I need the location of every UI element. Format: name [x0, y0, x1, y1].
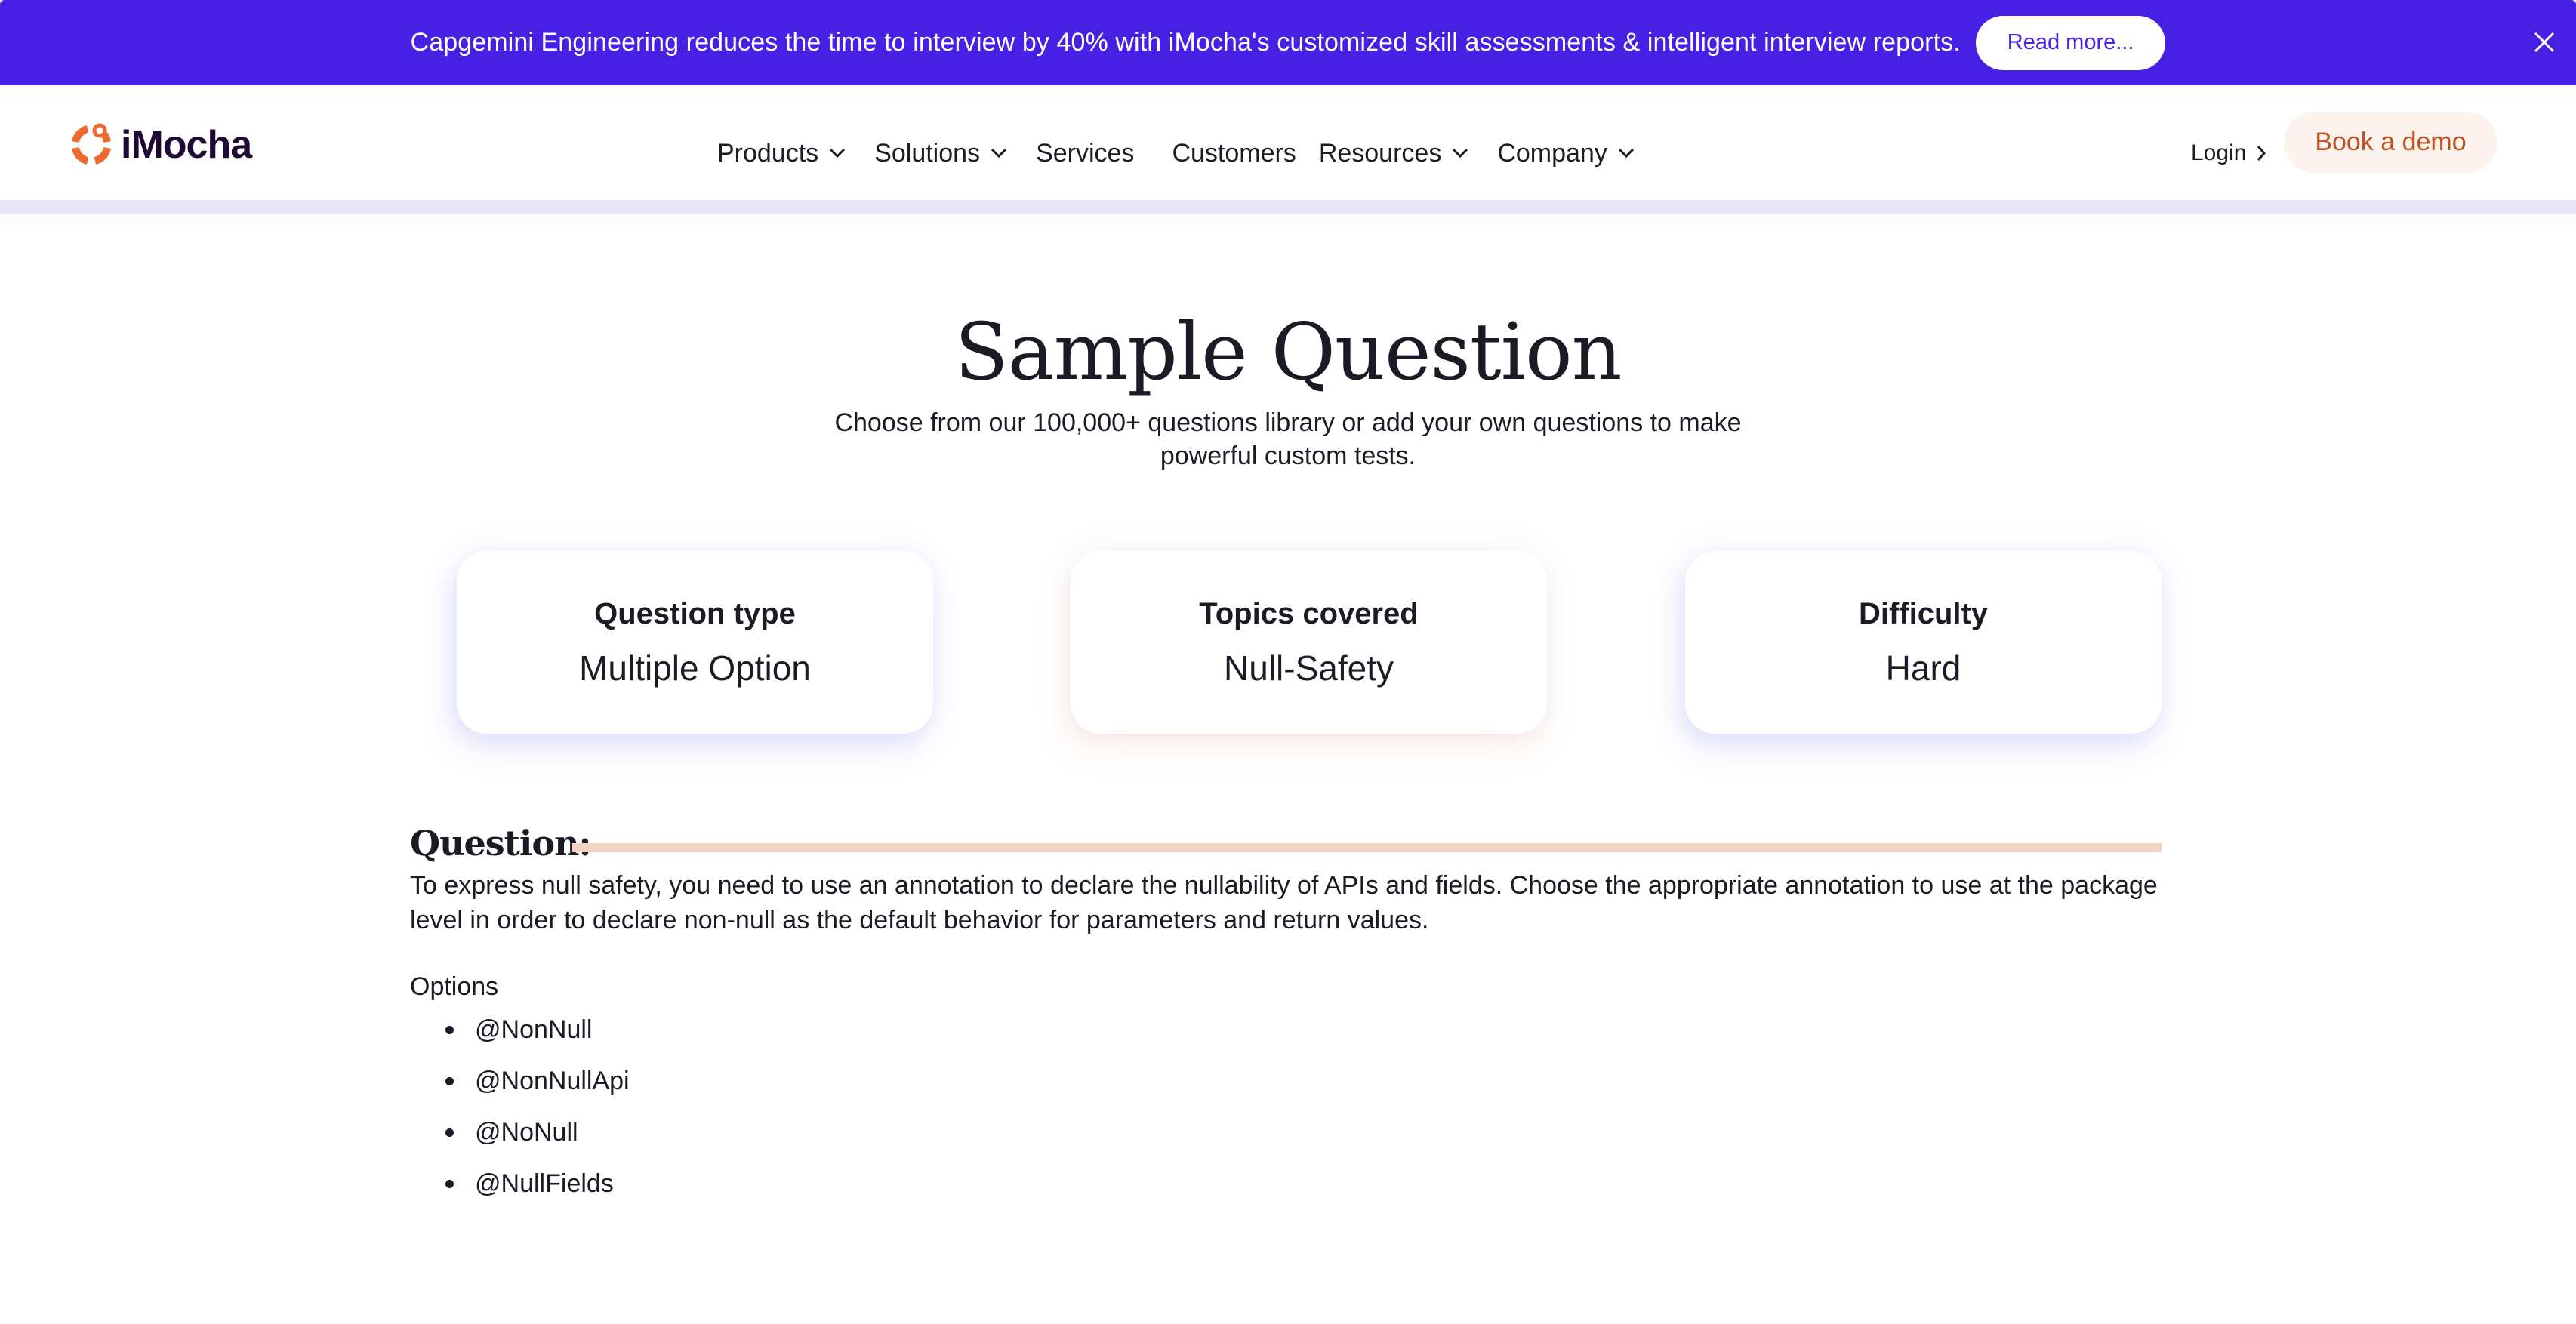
nav-item-customers[interactable]: Customers	[1172, 139, 1296, 168]
card-value: Null-Safety	[1224, 648, 1394, 688]
card-label: Topics covered	[1199, 596, 1419, 630]
nav-menu: Products Solutions Services Customers Re…	[717, 123, 1663, 183]
nav-item-solutions[interactable]: Solutions	[874, 139, 1007, 168]
read-more-button[interactable]: Read more...	[1975, 15, 2166, 70]
book-demo-button[interactable]: Book a demo	[2284, 112, 2497, 173]
page-subtitle: Choose from our 100,000+ questions libra…	[834, 408, 1742, 470]
bullet-icon	[445, 1025, 454, 1034]
nav-item-label: Resources	[1318, 138, 1442, 168]
bullet-icon	[445, 1179, 454, 1188]
options-label: Options	[410, 972, 499, 1001]
nav-item-label: Company	[1497, 138, 1607, 168]
close-icon[interactable]	[2529, 27, 2559, 57]
option-item: @NullFields	[445, 1158, 630, 1209]
question-divider	[572, 843, 2162, 852]
question-heading: Question:	[410, 823, 592, 864]
option-text: @NoNull	[475, 1117, 578, 1147]
nav-item-label: Products	[717, 138, 819, 168]
chevron-down-icon	[830, 148, 846, 159]
question-text: To express null safety, you need to use …	[410, 871, 2158, 934]
option-text: @NonNullApi	[475, 1066, 630, 1095]
chevron-down-icon	[991, 148, 1007, 159]
logo[interactable]: iMocha	[69, 122, 252, 168]
nav-item-label: Customers	[1172, 138, 1296, 168]
banner-text: Capgemini Engineering reduces the time t…	[410, 28, 1961, 57]
card-value: Multiple Option	[579, 648, 811, 688]
login-label: Login	[2191, 140, 2247, 165]
card-value: Hard	[1885, 648, 1961, 688]
option-item: @NonNull	[445, 1004, 630, 1055]
nav-shadow	[0, 214, 2576, 232]
topics-covered-card: Topics covered Null-Safety	[1071, 551, 1547, 734]
nav-item-label: Services	[1036, 138, 1135, 168]
logo-text: iMocha	[121, 123, 252, 167]
card-label: Question type	[594, 596, 796, 630]
login-link[interactable]: Login	[2191, 127, 2266, 180]
nav-item-company[interactable]: Company	[1497, 139, 1635, 168]
nav-item-resources[interactable]: Resources	[1319, 139, 1469, 168]
chevron-down-icon	[1618, 148, 1634, 159]
card-label: Difficulty	[1858, 596, 1989, 630]
chevron-down-icon	[1453, 148, 1468, 159]
options-list: @NonNull @NonNullApi @NoNull @NullFields	[445, 1004, 630, 1209]
question-type-card: Question type Multiple Option	[457, 551, 933, 734]
announcement-banner: Capgemini Engineering reduces the time t…	[0, 0, 2576, 85]
option-text: @NullFields	[475, 1169, 614, 1198]
imocha-logo-icon	[72, 123, 111, 165]
page-title: Sample Question	[954, 306, 1622, 398]
nav-item-label: Solutions	[874, 138, 981, 168]
nav-item-products[interactable]: Products	[717, 139, 846, 168]
main-nav: iMocha Products Solutions Services Custo…	[0, 85, 2576, 200]
option-item: @NonNullApi	[445, 1055, 630, 1107]
chevron-right-icon	[2257, 146, 2266, 161]
bullet-icon	[445, 1076, 454, 1085]
bullet-icon	[445, 1128, 454, 1137]
difficulty-card: Difficulty Hard	[1685, 551, 2162, 734]
option-text: @NonNull	[475, 1015, 593, 1044]
nav-item-services[interactable]: Services	[1036, 139, 1134, 168]
option-item: @NoNull	[445, 1107, 630, 1158]
nav-divider	[0, 200, 2576, 214]
